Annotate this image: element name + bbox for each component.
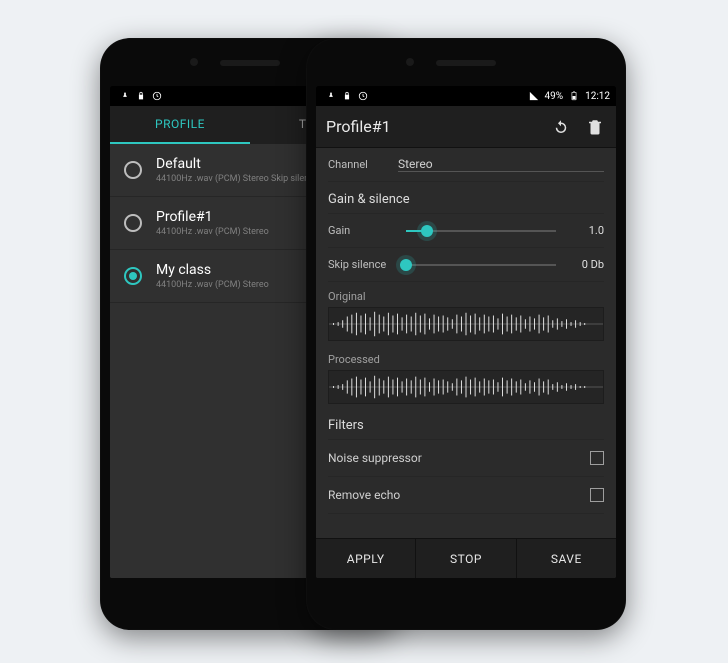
save-label: SAVE (551, 552, 582, 566)
waveform-processed (328, 370, 604, 404)
skip-silence-slider[interactable] (406, 264, 556, 266)
battery-icon (569, 91, 579, 101)
clock-text: 12:12 (585, 91, 610, 102)
profile-title: Default (156, 156, 319, 172)
channel-value[interactable]: Stereo (398, 157, 604, 172)
skip-silence-row: Skip silence 0 Db (328, 248, 604, 282)
clock-icon (358, 91, 368, 101)
stop-label: STOP (450, 552, 482, 566)
stop-button[interactable]: STOP (416, 539, 516, 578)
waveform-processed-label: Processed (328, 345, 604, 370)
save-button[interactable]: SAVE (517, 539, 616, 578)
skip-silence-value: 0 Db (570, 258, 604, 271)
gain-slider[interactable] (406, 230, 556, 232)
checkbox-icon[interactable] (590, 451, 604, 465)
restore-icon[interactable] (550, 116, 572, 138)
gain-label: Gain (328, 224, 392, 237)
pin-icon (120, 91, 130, 101)
checkbox-icon[interactable] (590, 488, 604, 502)
filter-echo-label: Remove echo (328, 488, 400, 502)
lock-icon (136, 91, 146, 101)
tab-profile[interactable]: PROFILE (110, 106, 250, 144)
radio-icon[interactable] (124, 161, 142, 179)
profile-subtitle: 44100Hz .wav (PCM) Stereo Skip silence (156, 174, 319, 184)
waveform-original (328, 307, 604, 341)
skip-silence-label: Skip silence (328, 258, 392, 271)
filter-noise-suppressor[interactable]: Noise suppressor (328, 440, 604, 477)
lock-icon (342, 91, 352, 101)
status-bar: 49% 12:12 (316, 86, 616, 106)
profile-subtitle: 44100Hz .wav (PCM) Stereo (156, 280, 269, 290)
battery-text: 49% (545, 91, 564, 102)
profile-title: Profile#1 (156, 209, 269, 225)
filter-remove-echo[interactable]: Remove echo (328, 477, 604, 514)
delete-icon[interactable] (584, 116, 606, 138)
tab-profile-label: PROFILE (155, 117, 205, 131)
profile-subtitle: 44100Hz .wav (PCM) Stereo (156, 227, 269, 237)
signal-icon (529, 91, 539, 101)
apply-label: APPLY (347, 552, 385, 566)
phone-mock-right: 49% 12:12 Profile#1 Channel Stereo (306, 38, 626, 630)
profile-title: My class (156, 262, 269, 278)
gain-row: Gain 1.0 (328, 214, 604, 248)
filter-noise-label: Noise suppressor (328, 451, 422, 465)
waveform-original-label: Original (328, 282, 604, 307)
pin-icon (326, 91, 336, 101)
page-title: Profile#1 (326, 117, 391, 136)
gain-value: 1.0 (570, 224, 604, 237)
apply-button[interactable]: APPLY (316, 539, 416, 578)
section-filters: Filters (328, 408, 604, 440)
title-bar: Profile#1 (316, 106, 616, 148)
channel-label: Channel (328, 158, 398, 171)
clock-icon (152, 91, 162, 101)
radio-icon-selected[interactable] (124, 267, 142, 285)
section-gain-silence: Gain & silence (328, 182, 604, 214)
radio-icon[interactable] (124, 214, 142, 232)
